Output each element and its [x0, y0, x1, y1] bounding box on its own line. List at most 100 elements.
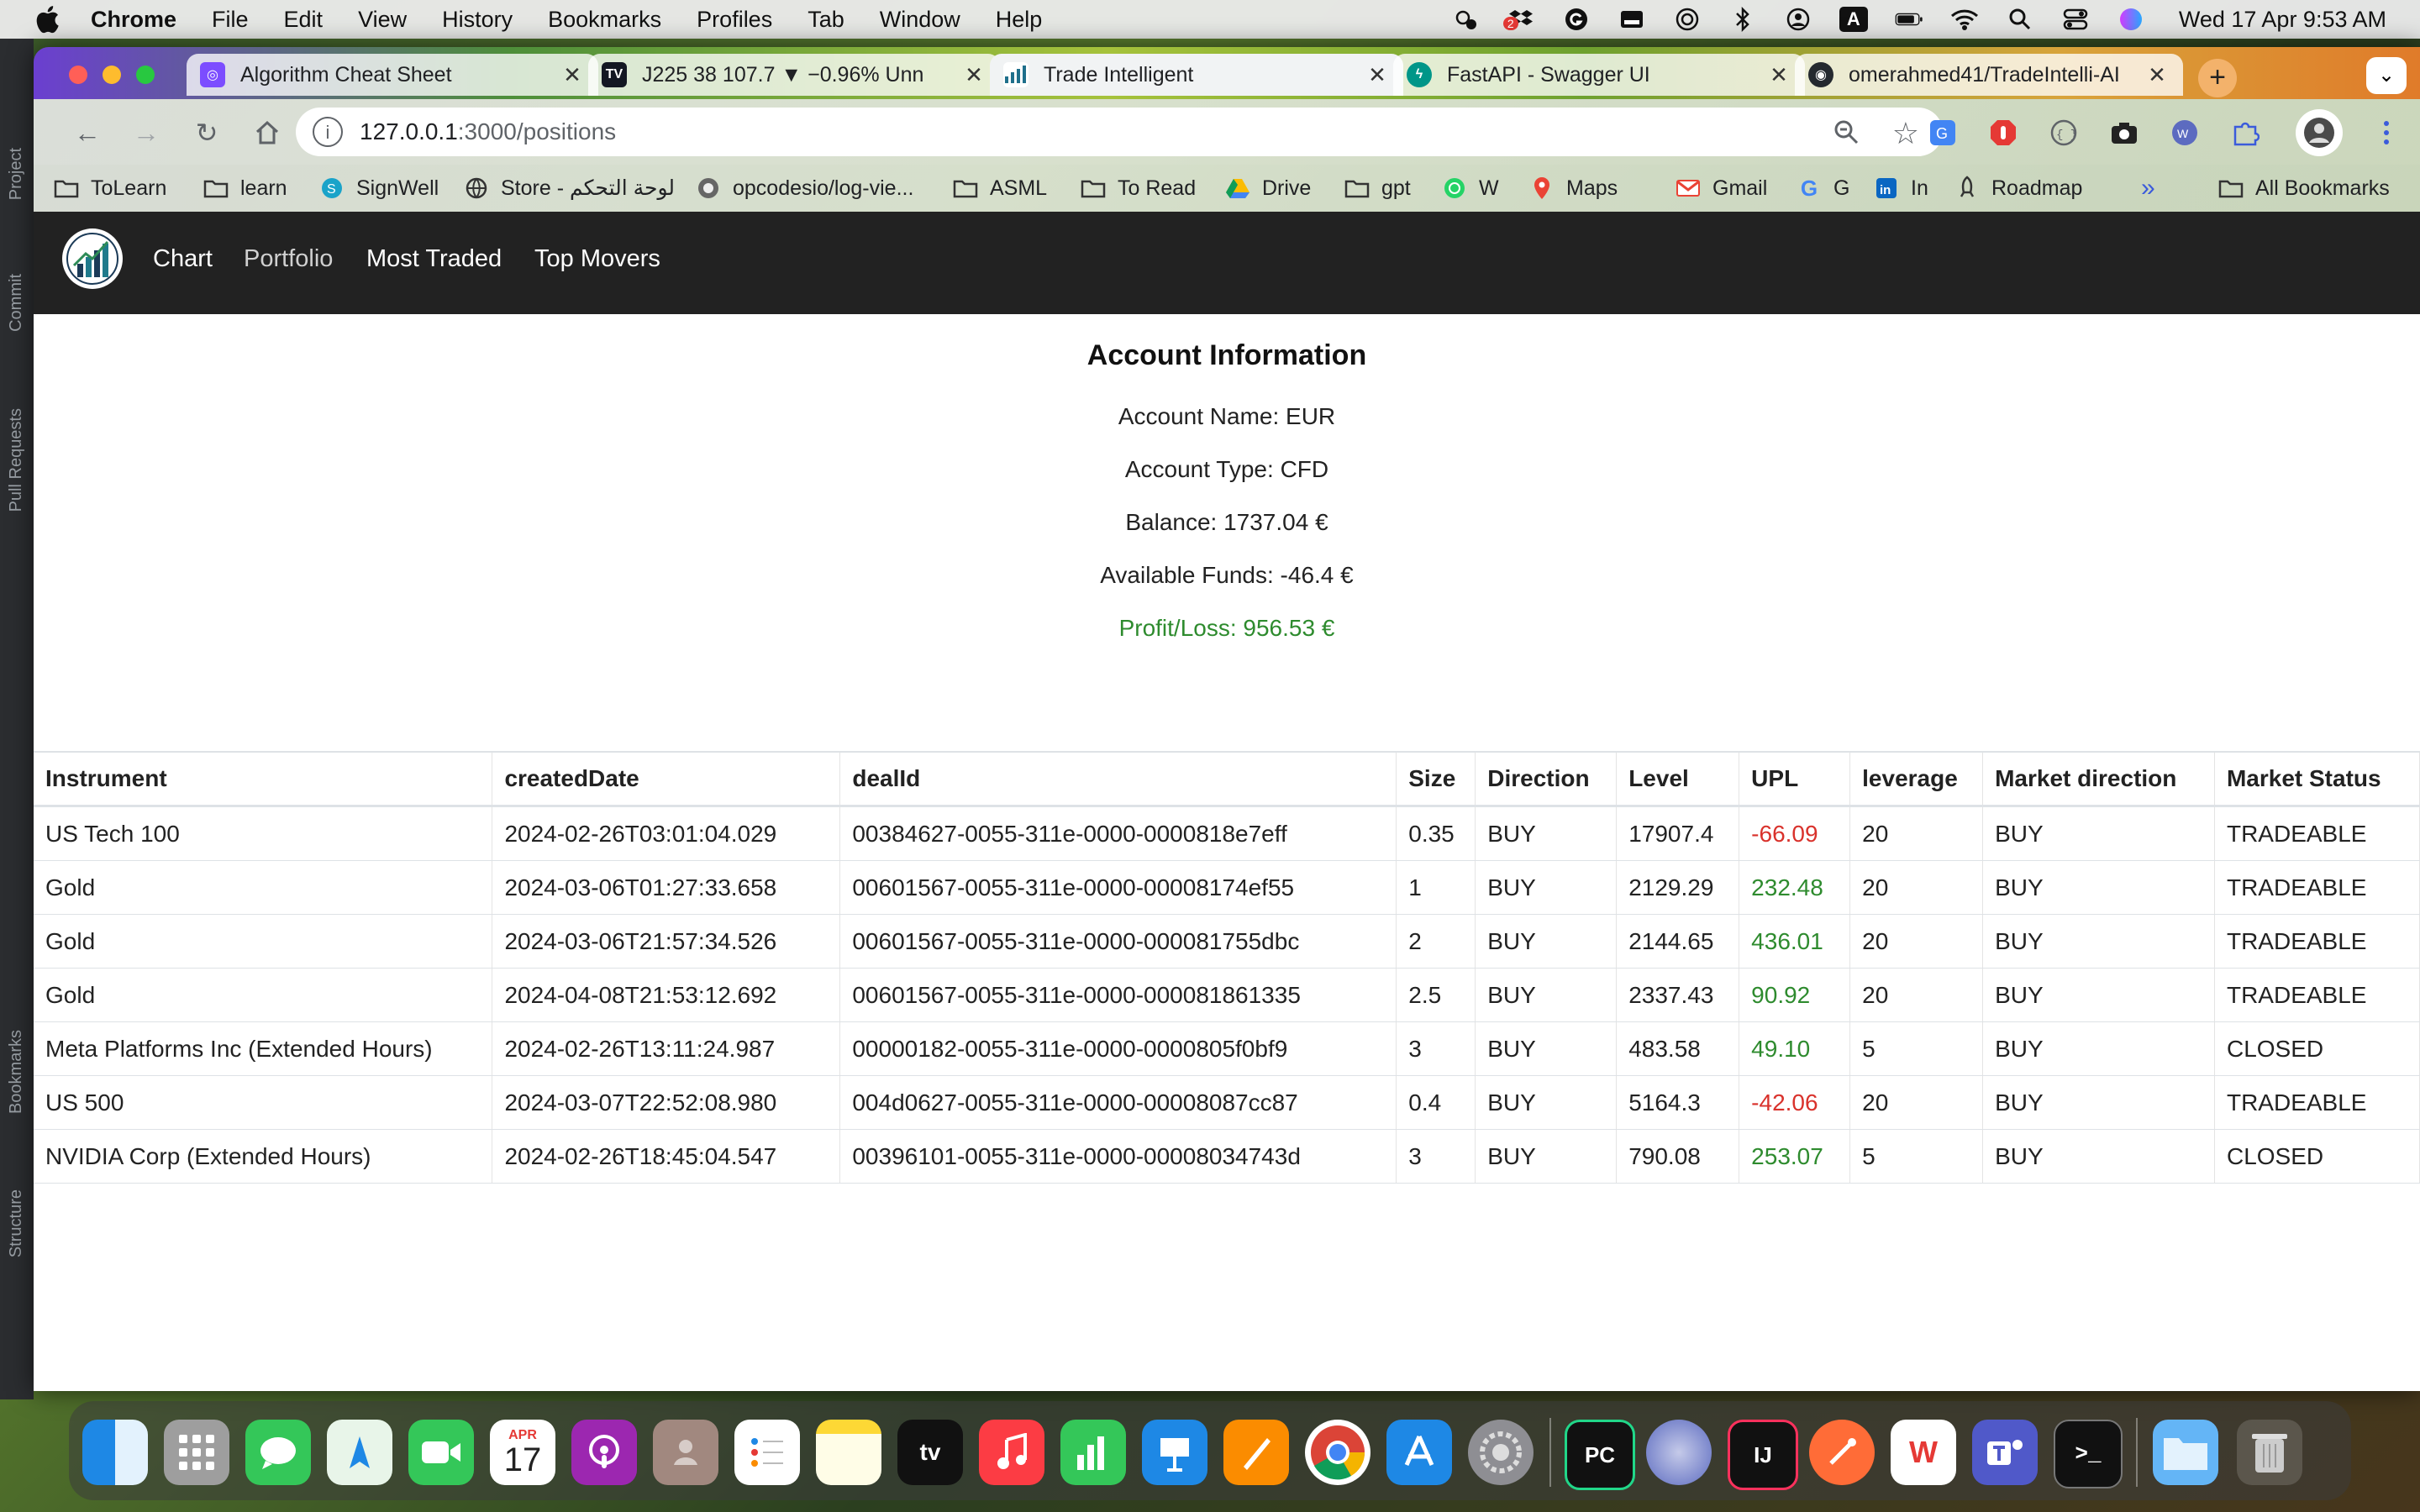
tab-algorithm-cheat-sheet[interactable]: ◎ Algorithm Cheat Sheet ✕ — [187, 54, 598, 96]
tab-fastapi-swagger[interactable]: ϟ FastAPI - Swagger UI ✕ — [1393, 54, 1805, 96]
profile-avatar[interactable] — [2296, 109, 2343, 156]
downloads-folder-icon[interactable] — [2153, 1420, 2218, 1485]
bookmark-asml[interactable]: ASML — [953, 175, 1047, 202]
tab-github-repo[interactable]: ◉ omerahmed41/TradeIntelli-AI ✕ — [1795, 54, 2183, 96]
site-info-icon[interactable]: i — [313, 117, 343, 147]
bookmark-learn[interactable]: learn — [203, 175, 287, 202]
nav-top-movers[interactable]: Top Movers — [534, 245, 660, 273]
terminal-icon[interactable]: >_ — [2054, 1420, 2123, 1488]
weather-icon[interactable] — [1451, 7, 1480, 32]
close-tab-icon[interactable]: ✕ — [2144, 62, 2170, 88]
column-header[interactable]: leverage — [1849, 751, 1984, 807]
ide-tab-bookmarks[interactable]: Bookmarks — [7, 1030, 26, 1114]
home-button[interactable] — [249, 114, 286, 151]
chrome-menu-icon[interactable] — [2370, 116, 2403, 150]
user-status-icon[interactable] — [1784, 7, 1812, 32]
bluetooth-icon[interactable] — [1728, 7, 1757, 32]
vpn-status-icon[interactable] — [1673, 7, 1702, 32]
maps-icon[interactable] — [327, 1420, 392, 1485]
nav-most-traded[interactable]: Most Traded — [366, 245, 502, 273]
calendar-icon[interactable]: APR 17 — [490, 1420, 555, 1485]
column-header[interactable]: UPL — [1739, 751, 1851, 807]
new-tab-button[interactable]: + — [2198, 59, 2237, 97]
menu-profiles[interactable]: Profiles — [697, 7, 772, 33]
messages-icon[interactable] — [245, 1420, 311, 1485]
spotlight-search-icon[interactable] — [2006, 7, 2034, 32]
postman-icon[interactable] — [1809, 1420, 1875, 1485]
code-extension-icon[interactable]: { } — [2047, 116, 2081, 150]
zoom-icon[interactable] — [1832, 118, 1860, 152]
ide-tab-project[interactable]: Project — [7, 148, 26, 200]
menu-edit[interactable]: Edit — [284, 7, 324, 33]
screenshot-extension-icon[interactable] — [2107, 116, 2141, 150]
vpn-icon[interactable] — [1646, 1420, 1712, 1485]
tv-icon[interactable]: tv — [897, 1420, 963, 1485]
column-header[interactable]: Market direction — [1982, 751, 2215, 807]
column-header[interactable]: Size — [1396, 751, 1476, 807]
bookmark-maps[interactable]: Maps — [1529, 175, 1618, 202]
drive-status-icon[interactable] — [1618, 7, 1646, 32]
table-row[interactable]: Gold 2024-04-08T21:53:12.692 00601567-00… — [34, 968, 2420, 1022]
translate-extension-icon[interactable]: G — [1926, 116, 1960, 150]
appstore-icon[interactable] — [1386, 1420, 1452, 1485]
table-row[interactable]: Gold 2024-03-06T01:27:33.658 00601567-00… — [34, 860, 2420, 915]
close-tab-icon[interactable]: ✕ — [560, 62, 585, 88]
music-icon[interactable] — [979, 1420, 1044, 1485]
menu-history[interactable]: History — [442, 7, 513, 33]
ide-tab-structure[interactable]: Structure — [7, 1189, 26, 1257]
back-button[interactable]: ← — [69, 114, 106, 151]
tab-tradingview[interactable]: TV J225 38 107.7 ▼ −0.96% Unn ✕ — [588, 54, 1000, 96]
finder-icon[interactable] — [82, 1420, 148, 1485]
pages-icon[interactable] — [1223, 1420, 1289, 1485]
trash-icon[interactable] — [2237, 1420, 2302, 1485]
more-bookmarks-button[interactable]: » — [2141, 174, 2155, 202]
bookmark-whatsapp[interactable]: W — [1442, 175, 1499, 202]
close-tab-icon[interactable]: ✕ — [1365, 62, 1390, 88]
app-logo[interactable] — [62, 228, 123, 289]
tab-trade-intelligent[interactable]: Trade Intelligent ✕ — [990, 54, 1403, 96]
table-row[interactable]: US Tech 100 2024-02-26T03:01:04.029 0038… — [34, 806, 2420, 861]
table-row[interactable]: Gold 2024-03-06T21:57:34.526 00601567-00… — [34, 914, 2420, 969]
forward-button[interactable]: → — [128, 114, 165, 151]
column-header[interactable]: Market Status — [2214, 751, 2420, 807]
settings-icon[interactable] — [1468, 1420, 1534, 1485]
bookmark-tolearn[interactable]: ToLearn — [54, 175, 166, 202]
chrome-icon[interactable] — [1305, 1420, 1370, 1485]
control-center-icon[interactable] — [2061, 7, 2090, 32]
close-window-button[interactable] — [69, 66, 87, 84]
input-source-icon[interactable]: A — [1839, 7, 1868, 32]
contacts-icon[interactable] — [653, 1420, 718, 1485]
battery-icon[interactable] — [1895, 7, 1923, 32]
ide-tab-commit[interactable]: Commit — [7, 274, 26, 332]
menu-view[interactable]: View — [358, 7, 407, 33]
minimize-window-button[interactable] — [103, 66, 121, 84]
close-tab-icon[interactable]: ✕ — [961, 62, 986, 88]
table-row[interactable]: NVIDIA Corp (Extended Hours) 2024-02-26T… — [34, 1129, 2420, 1184]
tab-search-button[interactable]: ⌄ — [2366, 57, 2407, 94]
dropbox-icon[interactable]: 2 — [1502, 7, 1535, 32]
column-header[interactable]: createdDate — [492, 751, 841, 807]
column-header[interactable]: Direction — [1475, 751, 1618, 807]
menu-tab[interactable]: Tab — [808, 7, 844, 33]
nav-chart[interactable]: Chart — [153, 245, 213, 273]
notes-icon[interactable] — [816, 1420, 881, 1485]
menu-help[interactable]: Help — [996, 7, 1043, 33]
table-row[interactable]: US 500 2024-03-07T22:52:08.980 004d0627-… — [34, 1075, 2420, 1130]
bookmark-roadmap[interactable]: Roadmap — [1954, 175, 2082, 202]
reload-button[interactable]: ↻ — [188, 114, 225, 151]
bookmark-to-read[interactable]: To Read — [1081, 175, 1196, 202]
facetime-icon[interactable] — [408, 1420, 474, 1485]
bookmark-linkedin[interactable]: in In — [1874, 175, 1928, 202]
bookmark-log-viewer[interactable]: opcodesio/log-vie... — [696, 175, 913, 202]
bookmark-store[interactable]: Store - لوحة التحكم — [464, 175, 675, 202]
bookmark-google[interactable]: GG — [1797, 175, 1850, 202]
zoom-window-button[interactable] — [136, 66, 155, 84]
column-header[interactable]: Level — [1616, 751, 1740, 807]
column-header[interactable]: Instrument — [34, 751, 493, 807]
teams-icon[interactable] — [1972, 1420, 2038, 1485]
column-header[interactable]: dealId — [839, 751, 1397, 807]
bookmark-signwell[interactable]: S SignWell — [319, 175, 439, 202]
address-bar[interactable]: i 127.0.0.1:3000/positions ☆ — [296, 108, 1943, 156]
wps-icon[interactable]: W — [1891, 1420, 1956, 1485]
menu-bookmarks[interactable]: Bookmarks — [548, 7, 661, 33]
